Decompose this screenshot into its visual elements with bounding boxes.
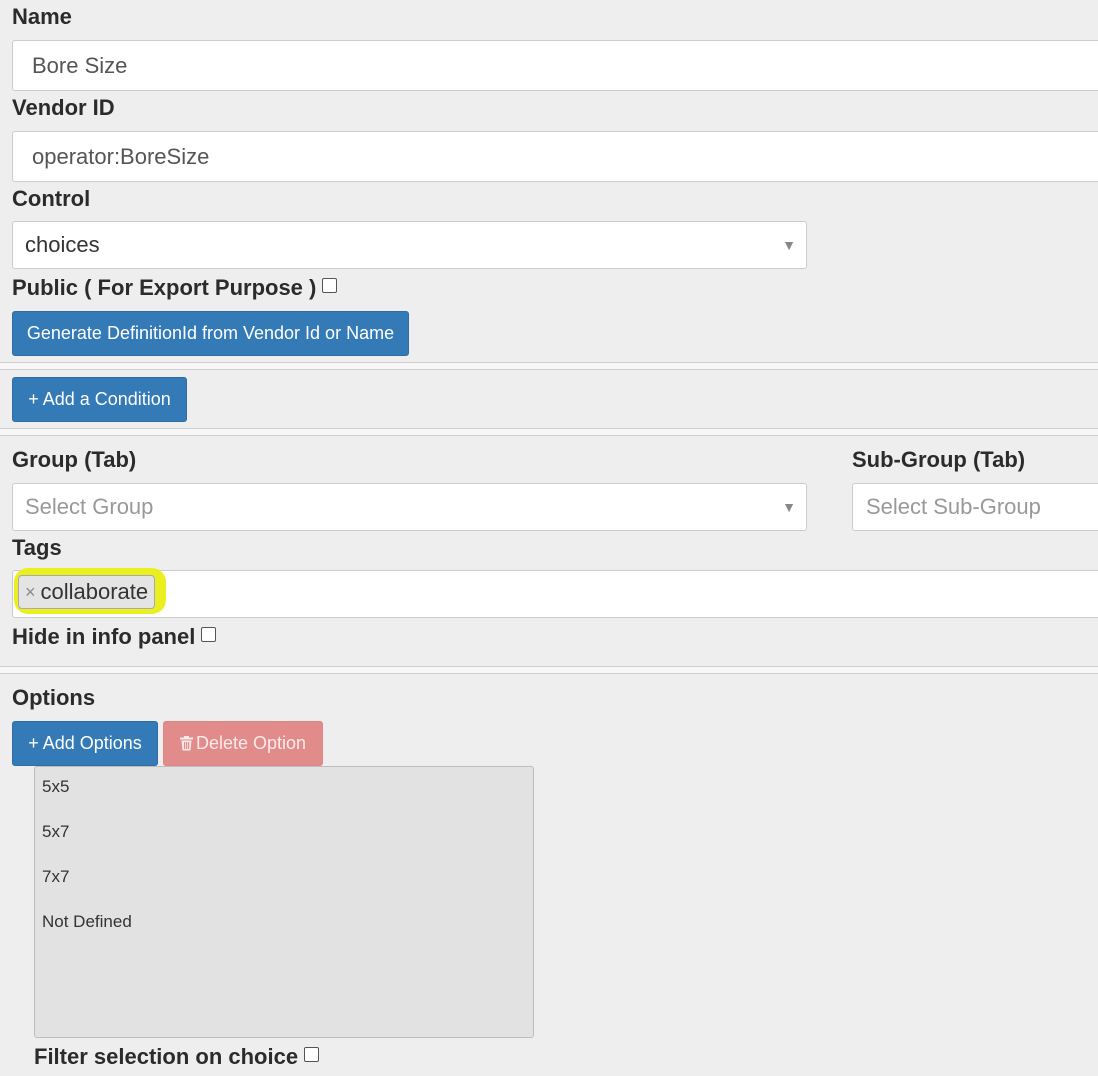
tag-text: collaborate (40, 579, 149, 604)
divider (0, 369, 1098, 370)
close-icon[interactable]: × (25, 582, 36, 603)
name-input-value: Bore Size (32, 52, 128, 78)
options-listbox[interactable]: 5x5 5x7 7x7 Not Defined (34, 766, 534, 1038)
name-input[interactable]: Bore Size (12, 40, 1098, 91)
divider (0, 435, 1098, 436)
delete-option-label: Delete Option (195, 733, 307, 753)
tags-input[interactable] (12, 570, 1098, 618)
vendor-id-label: Vendor ID (12, 95, 115, 120)
filter-checkbox[interactable] (304, 1047, 320, 1062)
subgroup-label: Sub-Group (Tab) (852, 447, 1026, 472)
public-label: Public ( For Export Purpose ) (12, 275, 317, 300)
hide-info-checkbox[interactable] (201, 627, 217, 642)
options-label: Options (12, 685, 96, 710)
hide-info-label: Hide in info panel (12, 624, 196, 649)
list-item[interactable]: Not Defined (42, 912, 132, 932)
control-select[interactable]: choices ▼ (12, 221, 807, 269)
chevron-down-icon: ▼ (782, 237, 796, 253)
public-row: Public ( For Export Purpose ) (12, 275, 338, 301)
control-label: Control (12, 186, 91, 211)
vendor-id-input-value: operator:BoreSize (32, 143, 210, 169)
control-select-value: choices (25, 232, 100, 257)
hide-info-row: Hide in info panel (12, 624, 217, 650)
group-select-placeholder: Select Group (25, 494, 154, 519)
trash-icon (179, 736, 193, 751)
subgroup-select[interactable]: Select Sub-Group (852, 483, 1098, 531)
tag-chip: × collaborate (18, 575, 156, 609)
subgroup-select-placeholder: Select Sub-Group (866, 494, 1041, 519)
list-item[interactable]: 7x7 (42, 867, 69, 887)
add-options-button[interactable]: + Add Options (12, 721, 158, 766)
divider (0, 673, 1098, 674)
group-label: Group (Tab) (12, 447, 137, 472)
chevron-down-icon: ▼ (782, 499, 796, 515)
filter-label: Filter selection on choice (34, 1044, 299, 1069)
list-item[interactable]: 5x7 (42, 822, 69, 842)
delete-option-button[interactable]: Delete Option (163, 721, 323, 766)
group-select[interactable]: Select Group ▼ (12, 483, 807, 531)
vendor-id-input[interactable]: operator:BoreSize (12, 131, 1098, 182)
public-checkbox[interactable] (322, 278, 338, 293)
list-item[interactable]: 5x5 (42, 777, 69, 797)
generate-definition-id-button[interactable]: Generate DefinitionId from Vendor Id or … (12, 311, 409, 356)
filter-row: Filter selection on choice (34, 1044, 320, 1070)
name-label: Name (12, 4, 72, 29)
tags-label: Tags (12, 535, 62, 560)
add-condition-button[interactable]: + Add a Condition (12, 377, 187, 422)
